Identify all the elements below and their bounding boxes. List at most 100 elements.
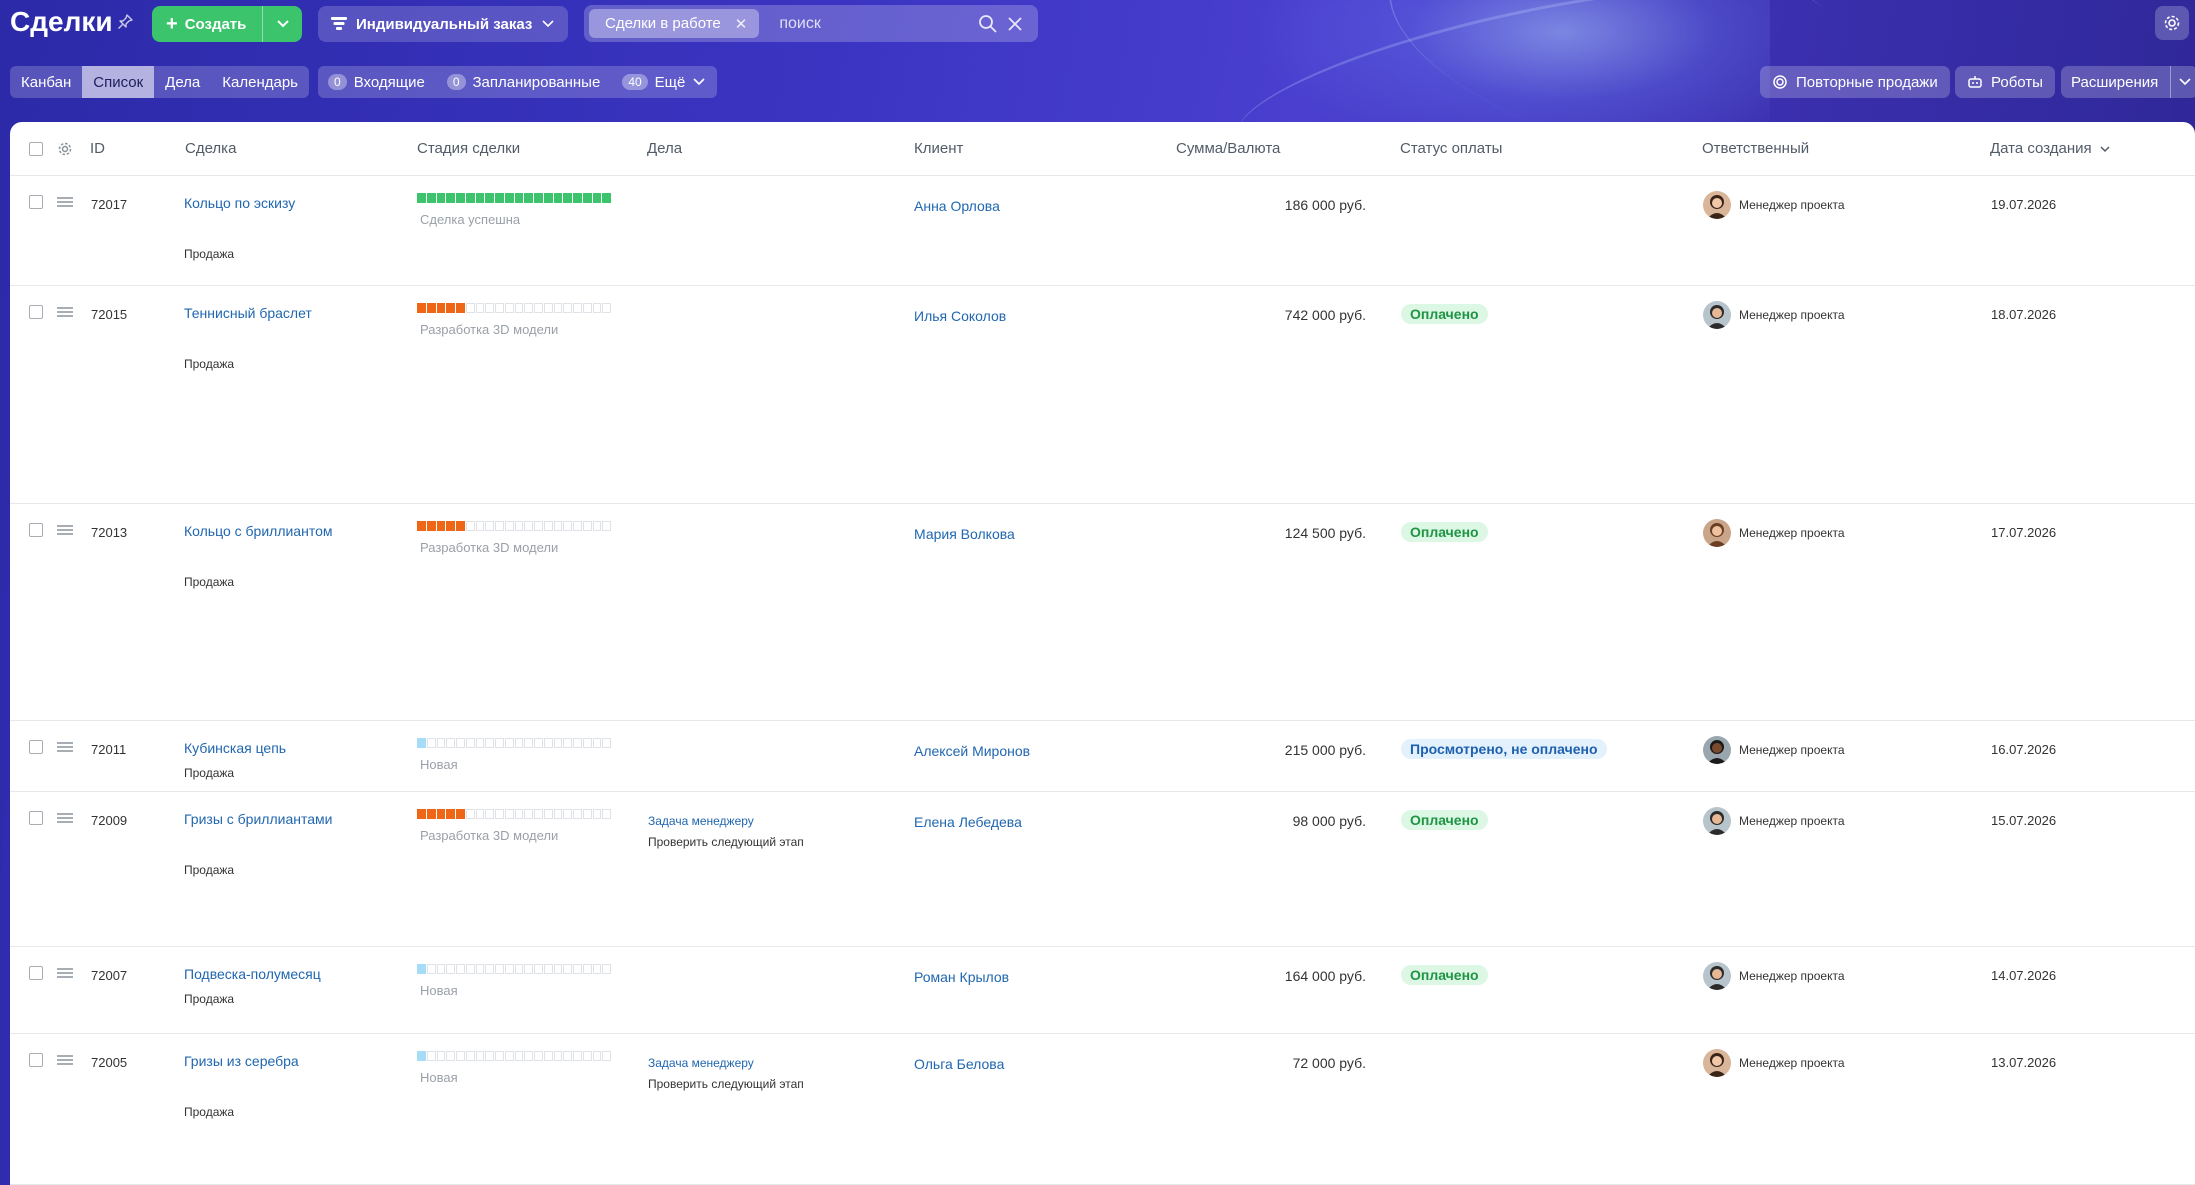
stage-segment xyxy=(563,521,572,531)
remove-filter-icon[interactable]: ✕ xyxy=(735,15,748,33)
deal-title-link[interactable]: Гризы с бриллиантами xyxy=(184,811,332,827)
drag-handle-icon[interactable] xyxy=(57,307,73,317)
row-checkbox[interactable] xyxy=(29,305,43,319)
drag-handle-icon[interactable] xyxy=(57,968,73,978)
row-checkbox[interactable] xyxy=(29,1053,43,1067)
search-icon[interactable] xyxy=(978,14,998,34)
sort-down-icon xyxy=(2100,146,2110,153)
filter-chip[interactable]: Сделки в работе ✕ xyxy=(589,9,760,38)
column-client[interactable]: Клиент xyxy=(914,140,963,157)
robots-button[interactable]: Роботы xyxy=(1955,66,2055,98)
stage-segment xyxy=(504,738,514,748)
tab-kanban[interactable]: Канбан xyxy=(10,66,82,98)
settings-button[interactable] xyxy=(2155,6,2189,40)
activity-link[interactable]: Задача менеджеру xyxy=(648,1056,754,1070)
drag-handle-icon[interactable] xyxy=(57,197,73,207)
column-deal[interactable]: Сделка xyxy=(185,140,236,157)
avatar[interactable] xyxy=(1703,301,1731,329)
column-stage[interactable]: Стадия сделки xyxy=(417,140,520,157)
extensions-button[interactable]: Расширения xyxy=(2061,66,2195,98)
activity-link[interactable]: Задача менеджеру xyxy=(648,814,754,828)
row-checkbox[interactable] xyxy=(29,195,43,209)
stage-segment xyxy=(573,964,582,974)
table-row[interactable]: 72005 Гризы из серебра Продажа Новая Задача … xyxy=(10,1034,2195,1185)
stage-segment xyxy=(602,521,611,531)
column-activities[interactable]: Дела xyxy=(647,140,682,157)
drag-handle-icon[interactable] xyxy=(57,1055,73,1065)
table-row[interactable]: 72013 Кольцо с бриллиантом Продажа Разработ… xyxy=(10,504,2195,721)
avatar[interactable] xyxy=(1703,1049,1731,1077)
column-created-date[interactable]: Дата создания xyxy=(1990,140,2110,157)
select-all-checkbox[interactable] xyxy=(29,142,43,156)
counter-incoming[interactable]: 0 Входящие xyxy=(328,74,425,91)
row-checkbox[interactable] xyxy=(29,740,43,754)
table-row[interactable]: 72007 Подвеска-полумесяц Продажа Новая Роман… xyxy=(10,947,2195,1034)
tab-list[interactable]: Список xyxy=(82,66,155,98)
column-id[interactable]: ID xyxy=(90,140,105,157)
client-link[interactable]: Елена Лебедева xyxy=(914,814,1022,830)
stage-progress-bar[interactable] xyxy=(417,193,611,203)
avatar[interactable] xyxy=(1703,807,1731,835)
client-link[interactable]: Анна Орлова xyxy=(914,198,1000,214)
create-main[interactable]: + Создать xyxy=(152,6,262,42)
client-link[interactable]: Роман Крылов xyxy=(914,969,1009,985)
drag-handle-icon[interactable] xyxy=(57,813,73,823)
pin-icon[interactable] xyxy=(116,13,134,31)
stage-segment xyxy=(582,521,592,531)
responsible-name[interactable]: Менеджер проекта xyxy=(1739,308,1845,322)
row-checkbox[interactable] xyxy=(29,523,43,537)
table-row[interactable]: 72015 Теннисный браслет Продажа Разработка … xyxy=(10,286,2195,504)
client-link[interactable]: Алексей Миронов xyxy=(914,743,1030,759)
deal-title-link[interactable]: Кольцо с бриллиантом xyxy=(184,523,333,539)
stage-progress-bar[interactable] xyxy=(417,809,611,819)
deal-title-link[interactable]: Теннисный браслет xyxy=(184,305,312,321)
deal-id: 72013 xyxy=(91,525,128,540)
client-link[interactable]: Ольга Белова xyxy=(914,1056,1004,1072)
responsible-name[interactable]: Менеджер проекта xyxy=(1739,743,1845,757)
column-payment-status[interactable]: Статус оплаты xyxy=(1400,140,1502,157)
table-row[interactable]: 72017 Кольцо по эскизу Продажа Сделка успеш… xyxy=(10,176,2195,286)
responsible-name[interactable]: Менеджер проекта xyxy=(1739,526,1845,540)
column-sum[interactable]: Сумма/Валюта xyxy=(1176,140,1280,157)
deal-title-link[interactable]: Подвеска-полумесяц xyxy=(184,966,321,982)
table-row[interactable]: 72009 Гризы с бриллиантами Продажа Разработ… xyxy=(10,792,2195,947)
avatar[interactable] xyxy=(1703,191,1731,219)
tab-activities[interactable]: Дела xyxy=(154,66,211,98)
counter-more[interactable]: 40 Ещё xyxy=(622,74,705,91)
stage-progress-bar[interactable] xyxy=(417,964,611,974)
stage-progress-bar[interactable] xyxy=(417,1051,611,1061)
counter-planned[interactable]: 0 Запланированные xyxy=(446,74,600,91)
drag-handle-icon[interactable] xyxy=(57,742,73,752)
deal-title-link[interactable]: Кубинская цепь xyxy=(184,740,286,756)
client-link[interactable]: Илья Соколов xyxy=(914,308,1006,324)
tab-calendar[interactable]: Календарь xyxy=(211,66,309,98)
client-link[interactable]: Мария Волкова xyxy=(914,526,1015,542)
avatar[interactable] xyxy=(1703,736,1731,764)
create-button[interactable]: + Создать xyxy=(152,6,302,42)
drag-handle-icon[interactable] xyxy=(57,525,73,535)
deal-type: Продажа xyxy=(184,247,235,261)
extensions-dropdown[interactable] xyxy=(2170,66,2195,98)
stage-progress-bar[interactable] xyxy=(417,303,611,313)
deal-title-link[interactable]: Гризы из серебра xyxy=(184,1053,299,1069)
responsible-name[interactable]: Менеджер проекта xyxy=(1739,198,1845,212)
funnel-selector[interactable]: Индивидуальный заказ xyxy=(318,6,568,42)
table-row[interactable]: 72011 Кубинская цепь Продажа Новая Алексей М… xyxy=(10,721,2195,792)
gear-icon[interactable] xyxy=(57,141,73,157)
clear-search-icon[interactable] xyxy=(1006,14,1024,34)
avatar[interactable] xyxy=(1703,519,1731,547)
search-input[interactable] xyxy=(779,14,970,33)
create-dropdown[interactable] xyxy=(262,6,302,42)
responsible-name[interactable]: Менеджер проекта xyxy=(1739,814,1845,828)
stage-segment xyxy=(582,303,592,313)
row-checkbox[interactable] xyxy=(29,811,43,825)
avatar[interactable] xyxy=(1703,962,1731,990)
stage-progress-bar[interactable] xyxy=(417,738,611,748)
stage-progress-bar[interactable] xyxy=(417,521,611,531)
responsible-name[interactable]: Менеджер проекта xyxy=(1739,1056,1845,1070)
column-responsible[interactable]: Ответственный xyxy=(1702,140,1809,157)
responsible-name[interactable]: Менеджер проекта xyxy=(1739,969,1845,983)
deal-title-link[interactable]: Кольцо по эскизу xyxy=(184,195,295,211)
repeat-sales-button[interactable]: Повторные продажи xyxy=(1760,66,1950,98)
row-checkbox[interactable] xyxy=(29,966,43,980)
